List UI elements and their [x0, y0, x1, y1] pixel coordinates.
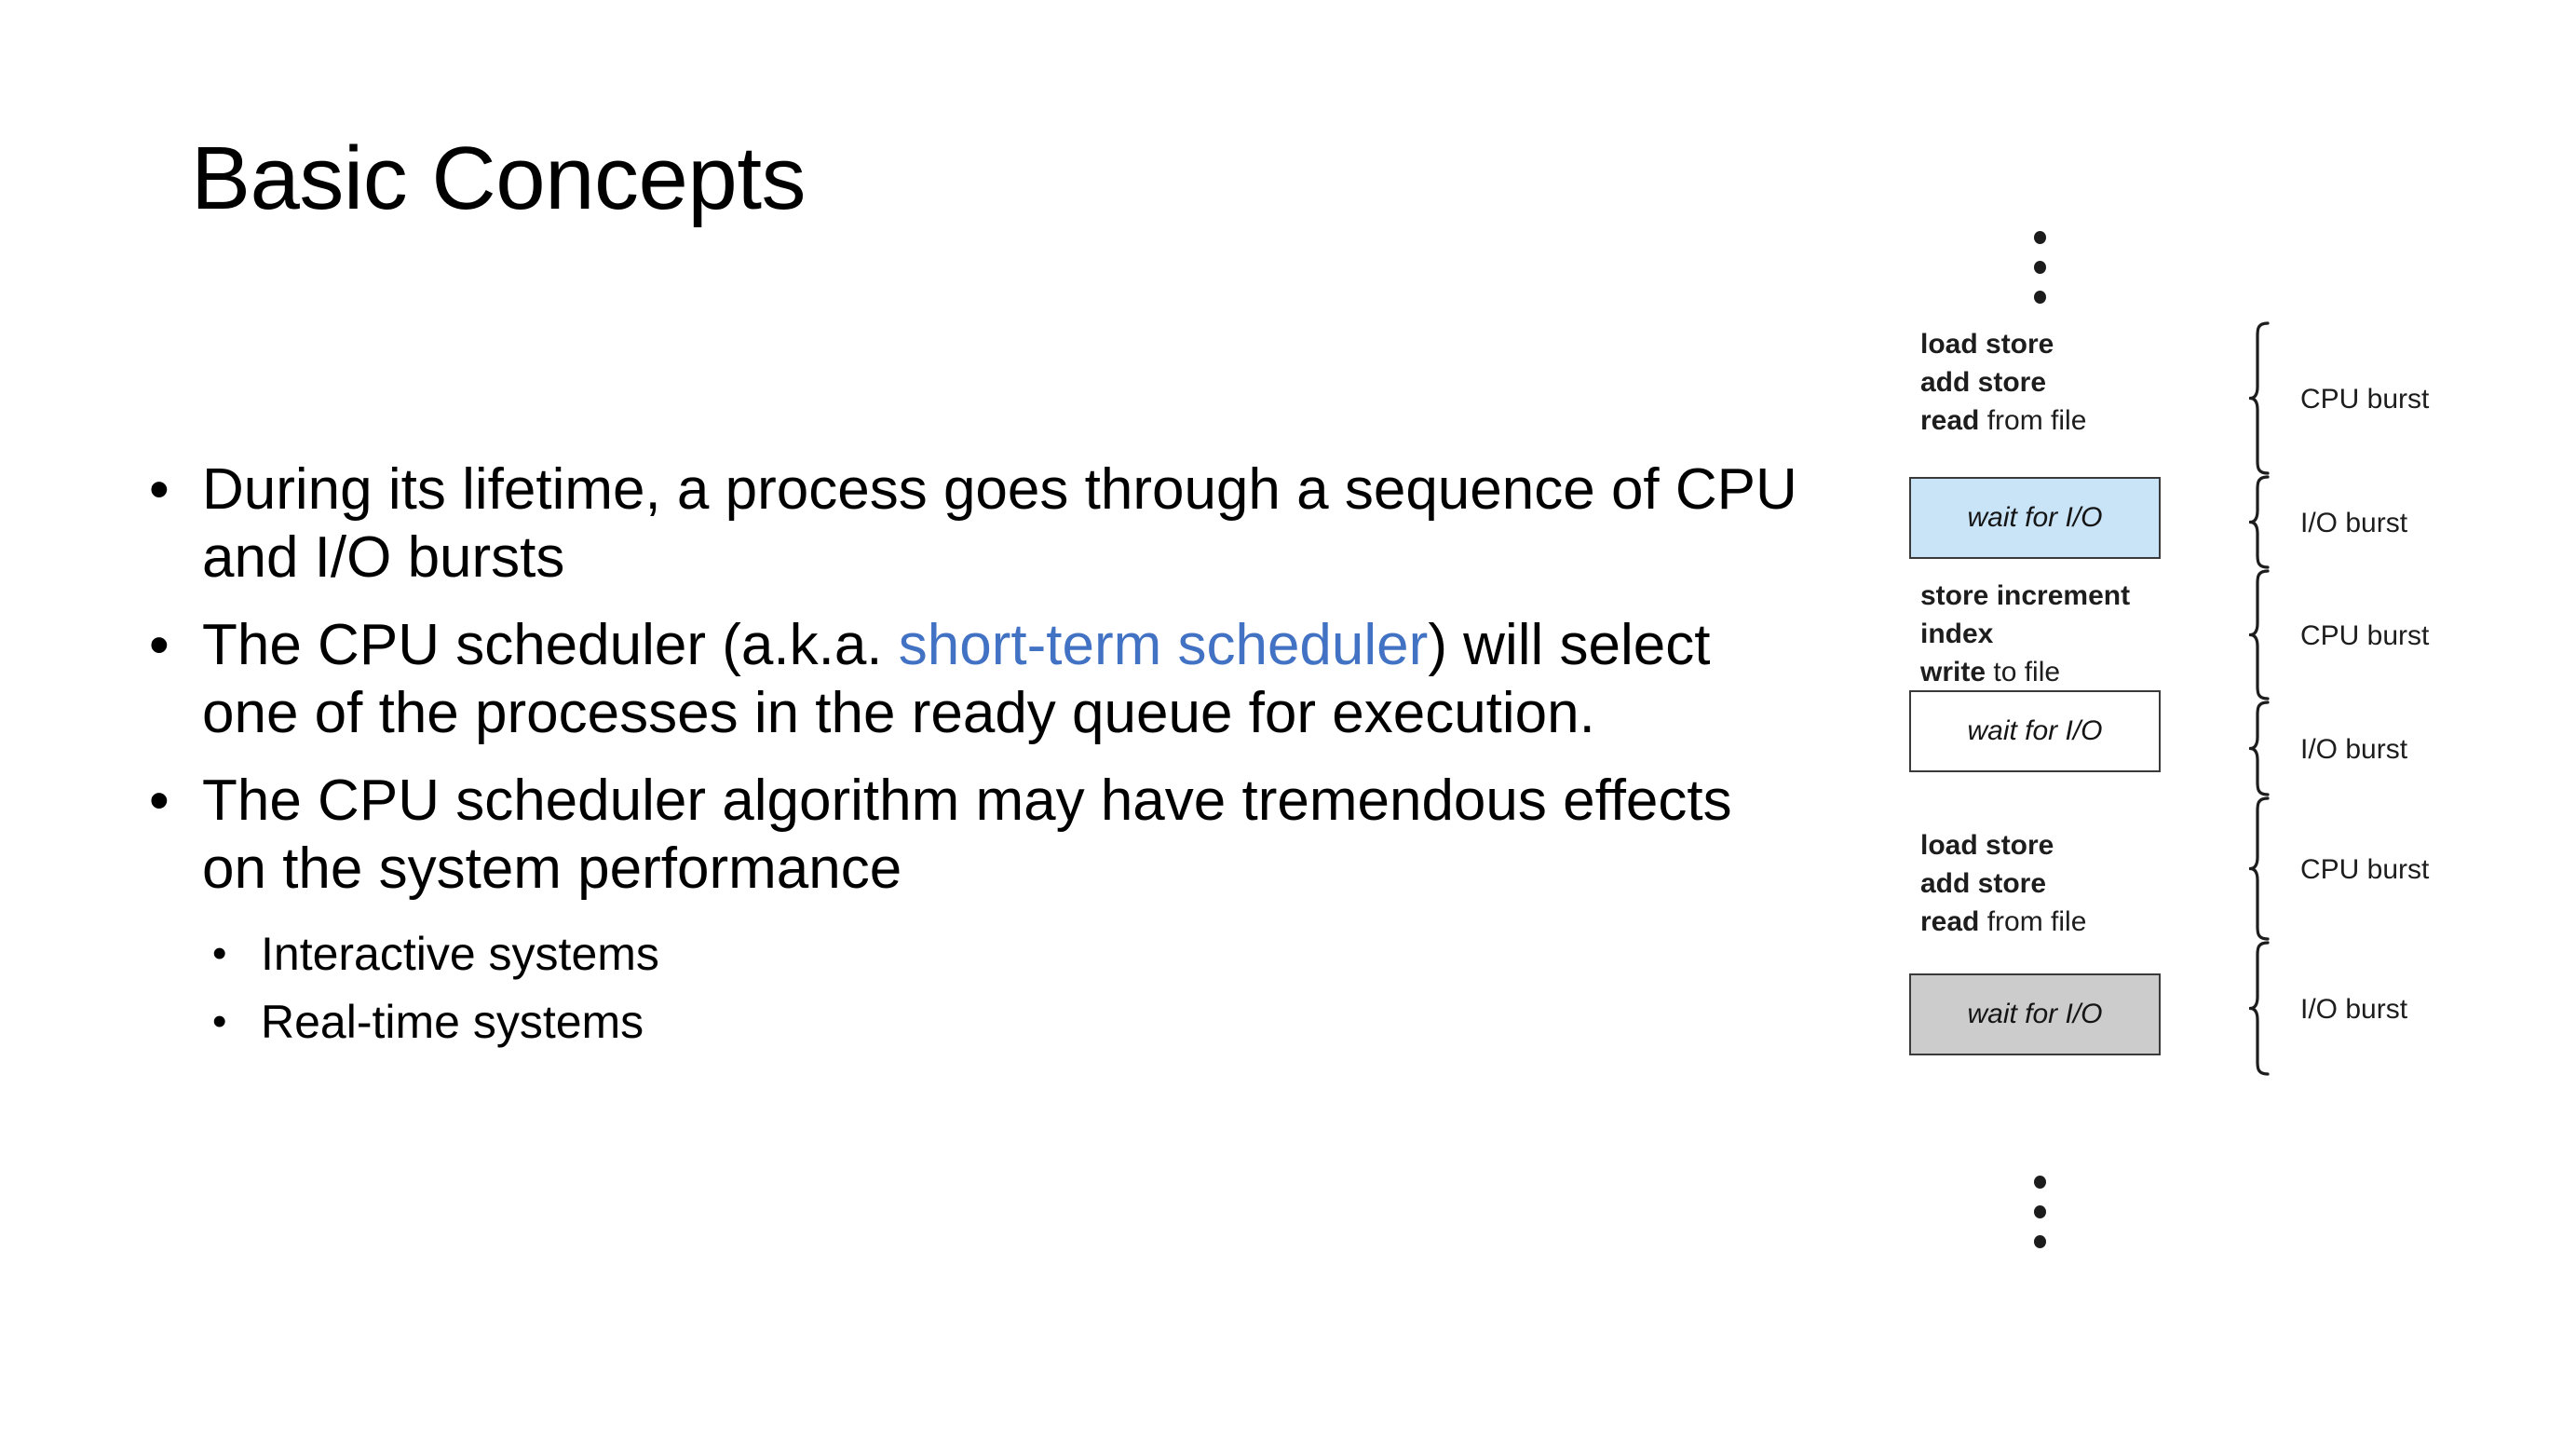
bullet-marker: • [149, 613, 169, 678]
sub-bullet-item: • Interactive systems [140, 925, 1807, 984]
instruction-block-2: store increment index write to file [1920, 578, 2130, 691]
slide-canvas: Basic Concepts • During its lifetime, a p… [0, 0, 2576, 1442]
sub-bullet-item: • Real-time systems [140, 993, 1807, 1052]
burst-label-cpu-1: CPU burst [2300, 384, 2430, 415]
bullet-item: • The CPU scheduler (a.k.a. short-term sc… [140, 612, 1807, 747]
instruction-bold: write [1920, 656, 1986, 687]
instruction-line: load store [1920, 326, 2086, 364]
bullet-marker: • [212, 931, 227, 977]
bullet-text-lead: The CPU scheduler (a.k.a. [202, 613, 899, 678]
instruction-bold: add store [1920, 867, 2047, 899]
instruction-regular: from file [1979, 905, 2087, 937]
sub-bullet-list: • Interactive systems • Real-time systems [140, 925, 1807, 1052]
bullet-item: • The CPU scheduler algorithm may have tr… [140, 768, 1807, 903]
wait-box-label: wait for I/O [1967, 715, 2103, 746]
wait-box-label: wait for I/O [1967, 502, 2103, 533]
instruction-bold: index [1920, 618, 1994, 649]
bullet-marker: • [149, 457, 169, 522]
instruction-line: index [1920, 616, 2130, 654]
instruction-bold: read [1920, 404, 1980, 436]
instruction-regular: from file [1979, 404, 2087, 436]
instruction-line: write to file [1920, 654, 2130, 692]
burst-label-cpu-3: CPU burst [2300, 854, 2430, 885]
page-title: Basic Concepts [191, 129, 806, 228]
bullet-text: The CPU scheduler algorithm may have tre… [202, 769, 1732, 901]
instruction-bold: add store [1920, 366, 2047, 398]
instruction-block-3: load store add store read from file [1920, 827, 2086, 941]
cpu-io-burst-diagram: load store add store read from file wait… [1881, 186, 2570, 1304]
vertical-ellipsis-bottom-icon [2021, 1176, 2058, 1248]
instruction-bold: store increment [1920, 580, 2131, 611]
bullet-list: • During its lifetime, a process goes thr… [140, 456, 1807, 1061]
bullet-marker: • [149, 769, 169, 834]
wait-box-label: wait for I/O [1967, 999, 2103, 1029]
wait-for-io-box-white[interactable]: wait for I/O [1909, 690, 2161, 772]
bullet-marker: • [212, 999, 227, 1045]
instruction-line: store increment [1920, 578, 2130, 616]
instruction-bold: load store [1920, 329, 2054, 360]
wait-for-io-box-blue[interactable]: wait for I/O [1909, 477, 2161, 559]
instruction-line: add store [1920, 364, 2086, 402]
instruction-line: load store [1920, 827, 2086, 865]
sub-bullet-text: Interactive systems [261, 928, 659, 981]
instruction-block-1: load store add store read from file [1920, 326, 2086, 440]
bullet-item: • During its lifetime, a process goes thr… [140, 456, 1807, 592]
burst-label-io-1: I/O burst [2300, 508, 2408, 538]
burst-label-io-2: I/O burst [2300, 734, 2408, 765]
instruction-line: read from file [1920, 402, 2086, 441]
instruction-regular: to file [1986, 656, 2061, 687]
burst-label-cpu-2: CPU burst [2300, 620, 2430, 651]
instruction-bold: load store [1920, 830, 2054, 861]
burst-brace-chain-icon [2249, 321, 2286, 1188]
wait-for-io-box-gray[interactable]: wait for I/O [1909, 973, 2161, 1055]
burst-label-io-3: I/O burst [2300, 994, 2408, 1025]
instruction-bold: read [1920, 905, 1980, 937]
accent-term-short-term-scheduler: short-term scheduler [898, 613, 1429, 678]
sub-bullet-text: Real-time systems [261, 996, 644, 1049]
bullet-text: During its lifetime, a process goes thro… [202, 457, 1797, 590]
instruction-line: add store [1920, 865, 2086, 904]
instruction-line: read from file [1920, 904, 2086, 942]
vertical-ellipsis-top-icon [2021, 231, 2058, 304]
